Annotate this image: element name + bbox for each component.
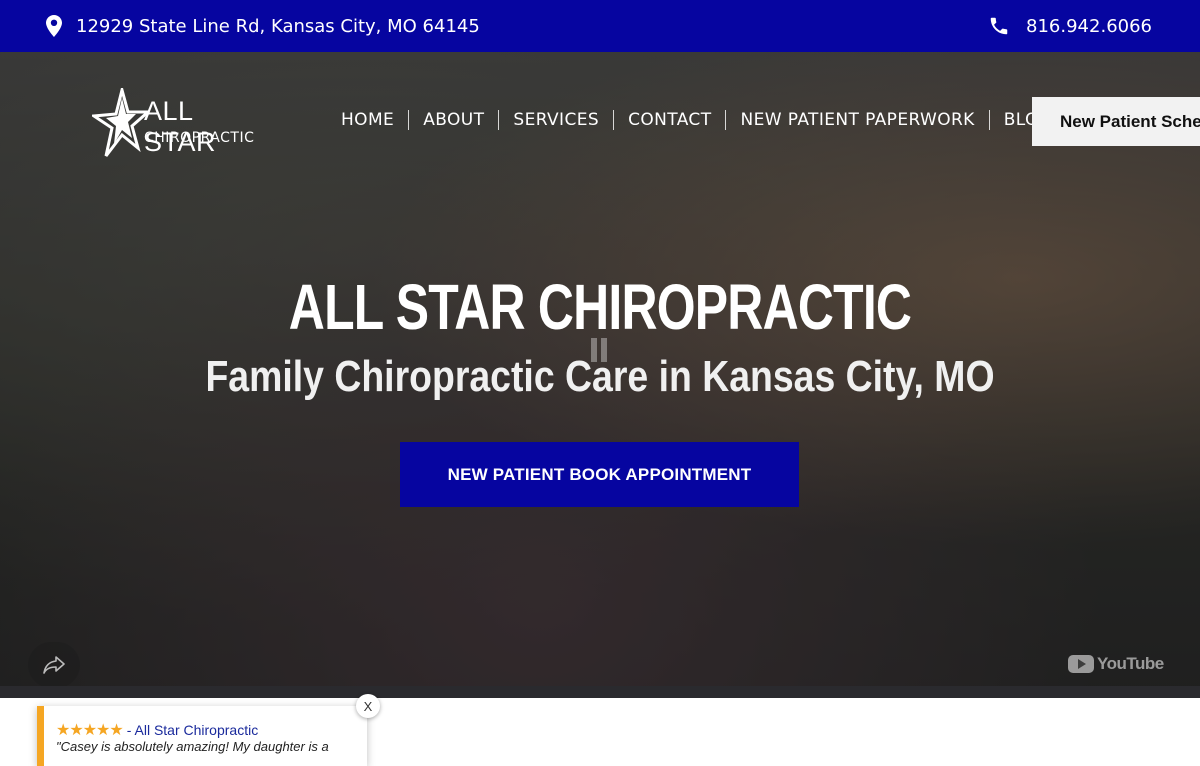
nav-item-contact[interactable]: CONTACT: [614, 110, 727, 130]
main-nav: HOME ABOUT SERVICES CONTACT NEW PATIENT …: [330, 110, 1066, 130]
hero-title: ALL STAR CHIROPRACTIC: [288, 271, 912, 343]
hero-video-section: ALL STAR CHIROPRACTIC HOME ABOUT SERVICE…: [0, 52, 1200, 698]
book-appointment-button[interactable]: NEW PATIENT BOOK APPOINTMENT: [400, 442, 799, 507]
youtube-logo[interactable]: YouTube: [1068, 654, 1164, 674]
review-header: ★★★★★ - All Star Chiropractic: [56, 720, 258, 740]
nav-item-about[interactable]: ABOUT: [409, 110, 500, 130]
review-source: - All Star Chiropractic: [126, 722, 259, 738]
youtube-text: YouTube: [1097, 654, 1164, 673]
star-logo-icon: [92, 88, 148, 157]
nav-item-home[interactable]: HOME: [330, 110, 410, 130]
review-close-button[interactable]: X: [356, 694, 380, 718]
logo-text-line1: ALL STAR: [144, 96, 217, 157]
logo-text-line2: CHIROPRACTIC: [144, 130, 255, 146]
share-arrow-icon: [43, 656, 65, 674]
review-widget[interactable]: ★★★★★ - All Star Chiropractic "Casey is …: [37, 706, 367, 766]
address-text: 12929 State Line Rd, Kansas City, MO 641…: [76, 15, 480, 37]
review-quote: "Casey is absolutely amazing! My daughte…: [56, 739, 329, 754]
top-info-bar: 12929 State Line Rd, Kansas City, MO 641…: [0, 0, 1200, 52]
new-patient-schedule-button[interactable]: New Patient Sche: [1032, 97, 1200, 146]
address-link[interactable]: 12929 State Line Rd, Kansas City, MO 641…: [46, 15, 480, 37]
site-logo[interactable]: ALL STAR CHIROPRACTIC: [92, 88, 262, 160]
rating-stars: ★★★★★: [56, 722, 124, 739]
nav-item-services[interactable]: SERVICES: [499, 110, 615, 130]
hero-bottom-strip: [0, 686, 1200, 698]
hero-subtitle: Family Chiropractic Care in Kansas City,…: [205, 352, 995, 401]
youtube-play-icon: [1068, 655, 1094, 673]
phone-link[interactable]: 816.942.6066: [988, 15, 1152, 37]
map-pin-icon: [46, 15, 62, 37]
video-share-button[interactable]: [28, 642, 80, 688]
phone-icon: [990, 17, 1008, 35]
nav-item-new-patient-paperwork[interactable]: NEW PATIENT PAPERWORK: [726, 110, 990, 130]
phone-text: 816.942.6066: [1026, 15, 1152, 37]
